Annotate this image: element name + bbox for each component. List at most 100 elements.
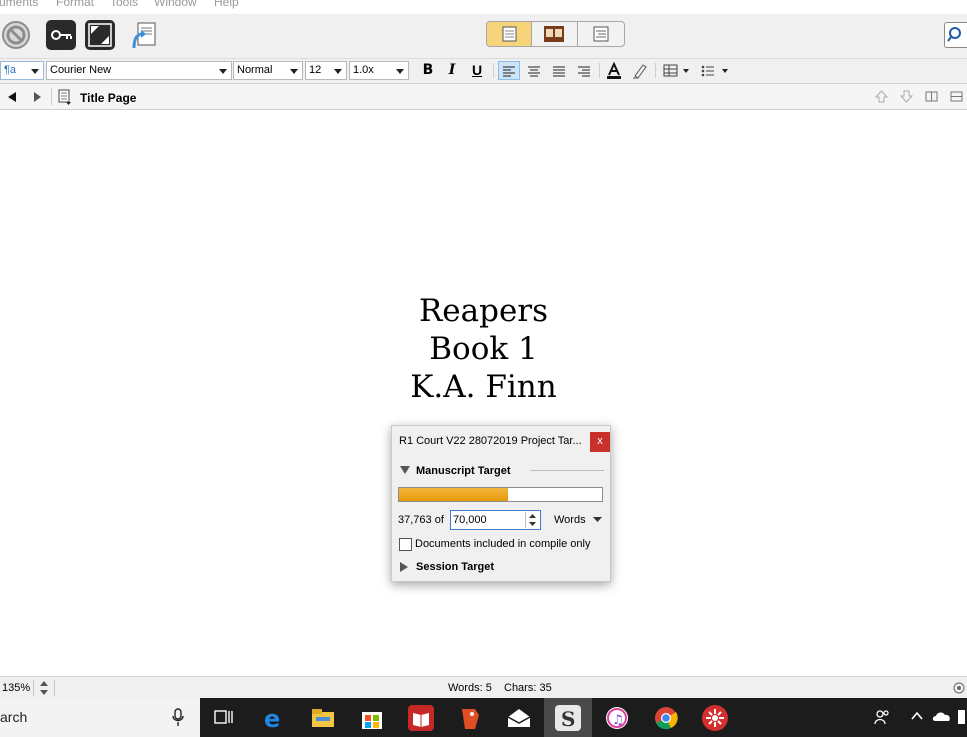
svg-text:♫: ♫	[612, 713, 624, 728]
editor-area[interactable]: Reapers Book 1 K.A. Finn	[0, 110, 967, 675]
stepper-arrows[interactable]	[525, 512, 539, 528]
progress-fill	[399, 488, 509, 501]
align-right-button[interactable]	[574, 61, 594, 80]
zoom-level[interactable]: 135%	[2, 682, 30, 694]
current-word-count: 37,763 of	[398, 514, 444, 526]
mail-icon[interactable]	[506, 705, 532, 731]
disclosure-closed-icon[interactable]	[400, 562, 408, 572]
table-icon	[663, 64, 689, 77]
forward-arrow-icon[interactable]	[31, 91, 43, 103]
list-button[interactable]	[698, 61, 732, 80]
panel-title: R1 Court V22 28072019 Project Tar...	[399, 435, 582, 447]
onedrive-icon[interactable]	[932, 710, 952, 722]
target-count-stepper[interactable]	[450, 510, 541, 530]
split-vertical-icon[interactable]	[924, 89, 939, 104]
align-justify-button[interactable]	[549, 61, 569, 80]
align-left-icon	[503, 66, 515, 77]
highlight-button[interactable]	[630, 61, 650, 80]
typeface-value: Normal	[237, 64, 273, 76]
divider	[530, 470, 604, 471]
scrivener-icon[interactable]: S	[555, 705, 581, 731]
close-button[interactable]: x	[590, 432, 610, 452]
compile-only-checkbox[interactable]	[399, 538, 412, 551]
svg-text:S: S	[561, 707, 575, 731]
chevron-down-icon	[219, 69, 227, 74]
microphone-icon[interactable]	[172, 708, 184, 727]
edge-icon[interactable]: e	[261, 705, 287, 733]
snip-app-icon[interactable]	[702, 705, 728, 731]
reader-app-icon[interactable]	[408, 705, 434, 731]
task-view-icon[interactable]	[213, 708, 233, 727]
chevron-down-icon	[396, 69, 404, 74]
line-spacing-select[interactable]: 1.0x	[349, 61, 409, 80]
file-explorer-icon[interactable]	[310, 705, 336, 731]
text-color-button[interactable]	[604, 61, 624, 80]
align-justify-icon	[553, 66, 565, 77]
menu-help[interactable]: Help	[214, 0, 239, 9]
key-icon[interactable]	[46, 20, 76, 50]
title-line: K.A. Finn	[410, 369, 557, 405]
menu-window[interactable]: Window	[154, 0, 197, 9]
view-corkboard-button[interactable]	[532, 21, 578, 47]
split-horizontal-icon[interactable]	[949, 89, 964, 104]
target-icon[interactable]	[953, 682, 965, 694]
compile-only-label: Documents included in compile only	[415, 538, 591, 550]
menu-format[interactable]: Format	[56, 0, 94, 9]
char-count: Chars: 35	[504, 682, 552, 694]
align-right-icon	[578, 66, 590, 77]
fullscreen-icon[interactable]	[85, 20, 115, 50]
disclosure-open-icon[interactable]	[400, 466, 410, 474]
chevron-down-icon[interactable]	[593, 517, 602, 523]
menu-bar: uments Format Tools Window Help	[0, 0, 967, 14]
itunes-icon[interactable]: ♫	[604, 705, 630, 731]
back-arrow-icon[interactable]	[6, 91, 18, 103]
menu-documents[interactable]: uments	[0, 0, 38, 9]
zoom-stepper-icon[interactable]	[39, 680, 49, 696]
title-line: Reapers	[418, 293, 549, 329]
people-icon[interactable]	[873, 708, 891, 726]
format-bar: ¶a Courier New Normal 12 1.0x B I U	[0, 59, 967, 84]
separator	[51, 88, 52, 105]
chevron-down-icon	[334, 69, 342, 74]
underline-button[interactable]: U	[467, 61, 487, 80]
align-center-icon	[528, 66, 540, 77]
arrow-down-icon[interactable]	[899, 89, 914, 104]
writing-app-icon[interactable]	[457, 705, 483, 731]
view-scrivenings-button[interactable]	[486, 21, 532, 47]
arrow-up-icon[interactable]	[874, 89, 889, 104]
compile-icon[interactable]	[129, 20, 159, 50]
bold-button[interactable]: B	[418, 61, 438, 80]
chrome-icon[interactable]	[653, 705, 679, 731]
search-text: arch	[0, 709, 28, 725]
menu-tools[interactable]: Tools	[110, 0, 138, 9]
align-center-button[interactable]	[524, 61, 544, 80]
chevron-up-icon[interactable]	[910, 710, 924, 722]
store-icon[interactable]	[359, 705, 385, 731]
unit-select[interactable]: Words	[554, 514, 586, 526]
italic-button[interactable]: I	[442, 61, 462, 80]
typeface-select[interactable]: Normal	[233, 61, 303, 80]
search-field[interactable]	[944, 22, 967, 48]
table-button[interactable]	[661, 61, 693, 80]
document-icon[interactable]	[58, 89, 72, 105]
view-outliner-button[interactable]	[578, 21, 625, 47]
manuscript-target-header: Manuscript Target	[416, 465, 511, 477]
style-label: ¶a	[4, 64, 17, 76]
font-size-select[interactable]: 12	[305, 61, 347, 80]
highlighter-icon	[633, 64, 647, 79]
wifi-icon[interactable]	[956, 708, 967, 726]
target-count-input[interactable]	[453, 512, 523, 527]
font-size-value: 12	[309, 64, 322, 76]
no-entry-icon[interactable]	[1, 20, 31, 50]
stepper-icon	[529, 514, 536, 526]
taskbar-search-box[interactable]: arch	[0, 698, 200, 737]
font-family-select[interactable]: Courier New	[46, 61, 232, 80]
word-count: Words: 5	[448, 682, 492, 694]
list-icon	[701, 65, 728, 77]
style-selector[interactable]: ¶a	[0, 61, 44, 80]
separator	[655, 63, 656, 78]
separator	[493, 63, 494, 78]
align-left-button[interactable]	[498, 61, 520, 80]
chevron-down-icon	[290, 69, 298, 74]
manuscript-progress-bar	[398, 487, 603, 502]
